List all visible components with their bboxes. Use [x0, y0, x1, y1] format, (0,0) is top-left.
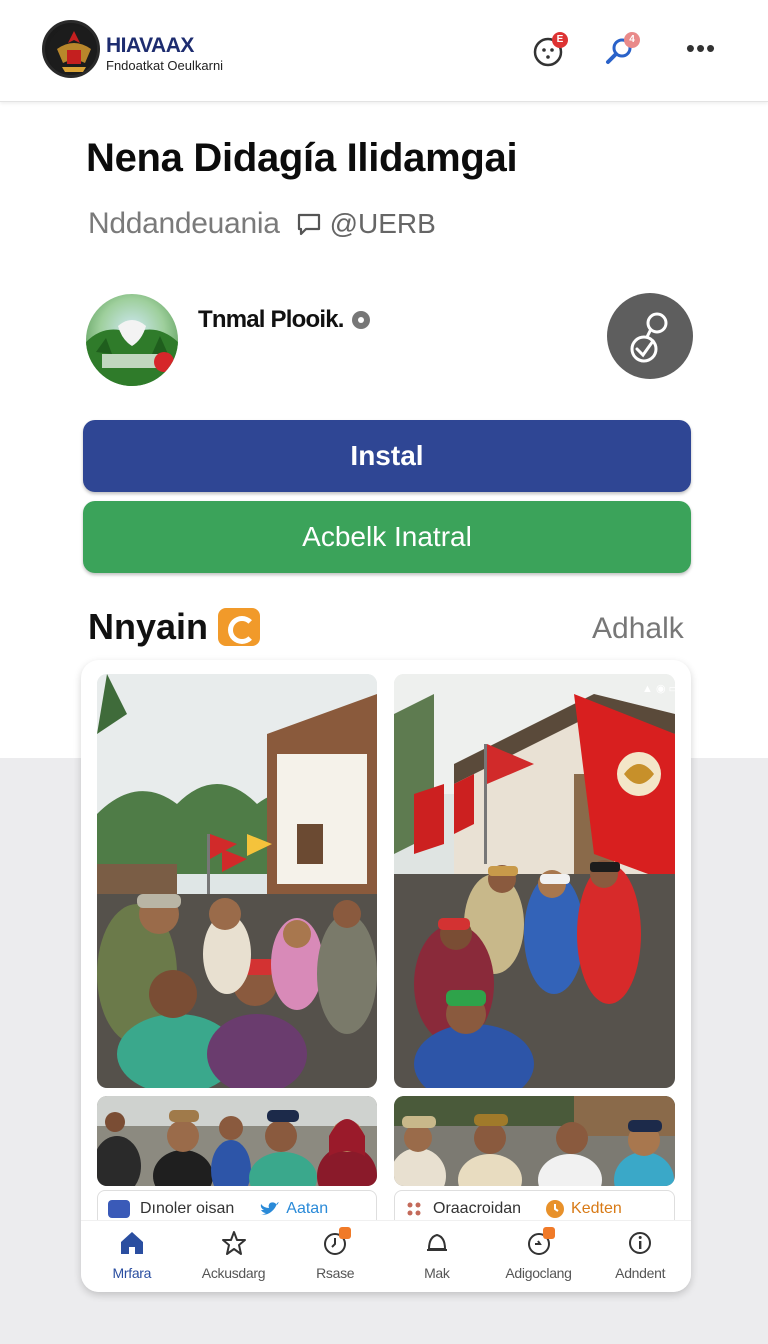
bottom-navigation: Mrfara Ackusdarg Rsase Mak Adigoclang Ad…: [81, 1220, 691, 1292]
clock-icon: [546, 1200, 565, 1218]
verified-badge-icon: [351, 311, 370, 329]
chat-icon: [297, 213, 320, 236]
developer-name[interactable]: Nddandeuania: [88, 207, 280, 241]
clock-tag[interactable]: Kedten: [545, 1199, 622, 1219]
search-button[interactable]: 4: [602, 30, 642, 70]
info-icon: [629, 1232, 652, 1254]
dots-grid-icon: [407, 1202, 421, 1216]
screenshot-image[interactable]: ▲ ◉ ▭: [394, 674, 675, 1088]
developer-handle[interactable]: @UERB: [330, 208, 436, 240]
bell-icon: [426, 1234, 447, 1251]
nav-label: Mak: [424, 1265, 450, 1281]
search-badge: 4: [624, 32, 640, 48]
refresh-icon: [218, 608, 261, 646]
nav-item-notifications[interactable]: Mak: [386, 1221, 488, 1292]
see-all-link[interactable]: Adhalk: [592, 612, 684, 646]
screenshot-image[interactable]: [97, 1096, 377, 1186]
share-icon: [630, 312, 668, 363]
screenshot-image[interactable]: [394, 1096, 675, 1186]
screenshots-card: ▲ ◉ ▭ Dınoler oisan Aatan Oraacroidan Ke…: [81, 660, 691, 1292]
image-icon: [108, 1200, 130, 1218]
app-header: HIAVAAX Fndoatkat Oeulkarni E 4 •••: [0, 0, 768, 102]
nav-label: Adigoclang: [505, 1265, 572, 1281]
logo-title: HIAVAAX: [106, 34, 194, 57]
nav-label: Ackusdarg: [201, 1265, 266, 1281]
logo-emblem-icon[interactable]: [42, 20, 100, 78]
chip-secondary-label: Kedten: [571, 1200, 622, 1217]
section-title-text: Nnyain: [88, 606, 209, 647]
star-icon: [221, 1231, 246, 1255]
app-name-text: Tnmal Plooik.: [198, 306, 344, 333]
nav-badge: [339, 1227, 352, 1239]
nav-label: Adndent: [615, 1265, 666, 1281]
more-options-icon[interactable]: •••: [683, 35, 719, 62]
nav-item-info[interactable]: Adndent: [589, 1221, 691, 1292]
notification-badge: E: [552, 32, 568, 48]
app-store-page: HIAVAAX Fndoatkat Oeulkarni E 4 ••• Nena…: [0, 0, 768, 1344]
logo-subtitle: Fndoatkat Oeulkarni: [106, 58, 224, 73]
app-icon: [86, 294, 178, 386]
developer-row: Nddandeuania @UERB: [88, 204, 436, 244]
nav-badge: [542, 1227, 555, 1239]
screenshot-image[interactable]: [97, 674, 377, 1088]
nav-label: Mrfara: [112, 1265, 152, 1281]
chip-label: Dınoler oisan: [140, 1200, 235, 1217]
home-icon: [120, 1232, 143, 1254]
nav-item-history[interactable]: Adigoclang: [488, 1221, 590, 1292]
install-button[interactable]: Instal: [83, 420, 691, 492]
nav-item-home[interactable]: Mrfara: [81, 1221, 183, 1292]
app-title: Nena Didagía Ilidamgai: [86, 136, 518, 180]
notifications-button[interactable]: E: [530, 30, 570, 70]
bird-icon: [260, 1202, 280, 1215]
app-publisher-name: Tnmal Plooik.: [198, 306, 370, 334]
share-button[interactable]: [607, 293, 693, 379]
nav-item-favorites[interactable]: Ackusdarg: [183, 1221, 285, 1292]
nav-label: Rsase: [316, 1265, 355, 1281]
chip-secondary-label: Aatan: [286, 1200, 329, 1217]
svg-text:▲ ◉ ▭: ▲ ◉ ▭: [642, 683, 675, 695]
chip-label: Oraacroidan: [433, 1200, 522, 1217]
nav-item-release[interactable]: Rsase: [284, 1221, 386, 1292]
twitter-tag[interactable]: Aatan: [258, 1200, 328, 1218]
screenshots-section-title: Nnyain: [88, 606, 261, 648]
secondary-install-button[interactable]: Acbelk Inatral: [83, 501, 691, 573]
